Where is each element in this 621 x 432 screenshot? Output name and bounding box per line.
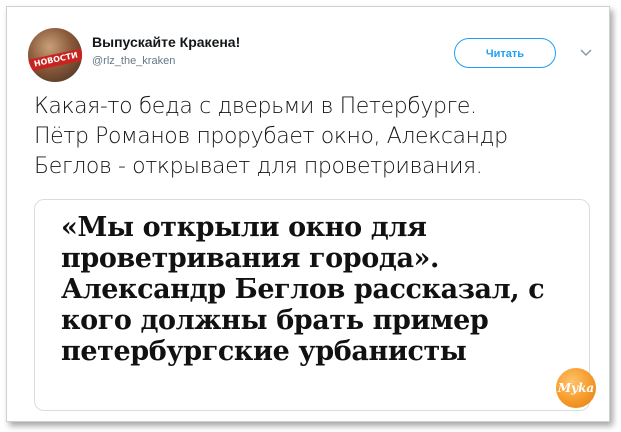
media-card[interactable]: «Мы открыли окно для проветривания город… <box>34 199 590 411</box>
follow-button[interactable]: Читать <box>454 38 556 68</box>
headline-line: Александр Беглов рассказал, с <box>61 274 545 305</box>
tweet-line: Какая-то беда с дверьми в Петербурге. <box>34 94 477 119</box>
user-handle[interactable]: @rlz_the_kraken <box>92 55 175 67</box>
avatar[interactable]: НОВОСТИ <box>28 28 82 82</box>
headline-line: проветривания города». <box>61 243 440 274</box>
headline-line: петербургские урбанисты <box>61 336 467 367</box>
headline-line: кого должны брать пример <box>61 305 489 336</box>
watermark-logo: Мyka <box>556 368 596 408</box>
tweet-text: Какая-то беда с дверьми в Петербурге. Пё… <box>34 92 594 182</box>
chevron-down-icon[interactable] <box>578 44 594 60</box>
tweet-line: Пётр Романов прорубает окно, Александр <box>34 124 508 149</box>
media-headline: «Мы открыли окно для проветривания город… <box>61 212 545 367</box>
tweet-line: Беглов - открывает для проветривания. <box>34 154 483 179</box>
display-name[interactable]: Выпускайте Кракена! <box>92 34 240 50</box>
headline-line: «Мы открыли окно для <box>61 212 427 243</box>
avatar-band-text: НОВОСТИ <box>28 47 82 73</box>
